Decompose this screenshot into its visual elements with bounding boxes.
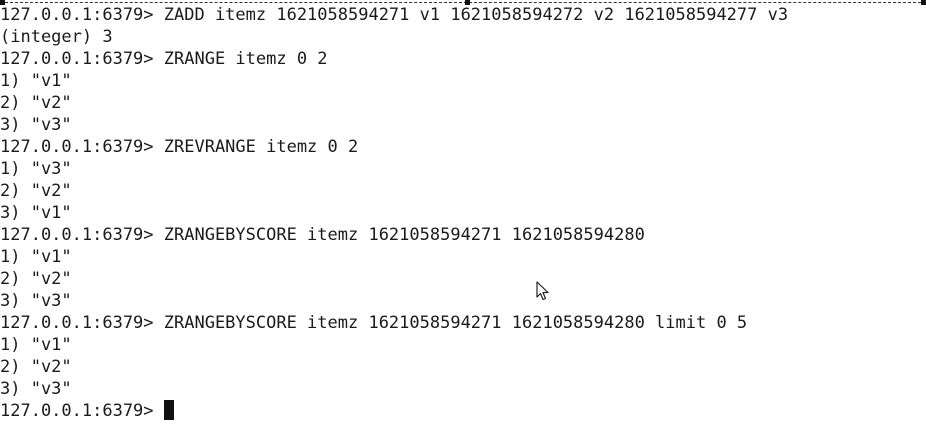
output-line: 1) "v3" — [0, 158, 926, 180]
output-text: 1) "v3" — [0, 159, 72, 179]
mouse-pointer-icon — [536, 281, 549, 301]
output-text: 3) "v3" — [0, 379, 72, 399]
command-text: ZRANGEBYSCORE itemz 1621058594271 162105… — [163, 313, 748, 333]
prompt: 127.0.0.1:6379> — [0, 49, 164, 69]
terminal-window[interactable]: 127.0.0.1:6379> ZADD itemz 1621058594271… — [0, 0, 926, 437]
output-text: 3) "v3" — [0, 291, 72, 311]
command-line: 127.0.0.1:6379> ZRANGEBYSCORE itemz 1621… — [0, 224, 926, 246]
output-line: 2) "v2" — [0, 356, 926, 378]
command-line: 127.0.0.1:6379> ZRANGEBYSCORE itemz 1621… — [0, 312, 926, 334]
input-line[interactable]: 127.0.0.1:6379> — [0, 400, 926, 422]
command-line: 127.0.0.1:6379> ZADD itemz 1621058594271… — [0, 4, 926, 26]
terminal-output: 127.0.0.1:6379> ZADD itemz 1621058594271… — [0, 4, 926, 422]
output-text: (integer) 3 — [0, 27, 113, 47]
command-line: 127.0.0.1:6379> ZREVRANGE itemz 0 2 — [0, 136, 926, 158]
output-text: 1) "v1" — [0, 247, 72, 267]
output-text: 1) "v1" — [0, 335, 72, 355]
selection-border — [0, 2, 926, 3]
prompt: 127.0.0.1:6379> — [0, 5, 164, 25]
command-line: 127.0.0.1:6379> ZRANGE itemz 0 2 — [0, 48, 926, 70]
output-line: 2) "v2" — [0, 268, 926, 290]
output-line: 2) "v2" — [0, 92, 926, 114]
prompt: 127.0.0.1:6379> — [0, 137, 164, 157]
output-line: 3) "v1" — [0, 202, 926, 224]
output-line: 3) "v3" — [0, 378, 926, 400]
prompt: 127.0.0.1:6379> — [0, 225, 164, 245]
output-text: 2) "v2" — [0, 93, 72, 113]
command-text: ZRANGE itemz 0 2 — [163, 49, 328, 69]
prompt: 127.0.0.1:6379> — [0, 401, 164, 421]
output-text: 2) "v2" — [0, 357, 72, 377]
output-text: 3) "v3" — [0, 115, 72, 135]
output-line: 1) "v1" — [0, 70, 926, 92]
output-text: 3) "v1" — [0, 203, 72, 223]
output-line: 2) "v2" — [0, 180, 926, 202]
output-line: 1) "v1" — [0, 334, 926, 356]
output-line: 1) "v1" — [0, 246, 926, 268]
command-text: ZREVRANGE itemz 0 2 — [163, 137, 359, 157]
output-text: 2) "v2" — [0, 181, 72, 201]
command-text: ZADD itemz 1621058594271 v1 162105859427… — [163, 5, 789, 25]
prompt: 127.0.0.1:6379> — [0, 313, 164, 333]
output-text: 2) "v2" — [0, 269, 72, 289]
command-text: ZRANGEBYSCORE itemz 1621058594271 162105… — [163, 225, 645, 245]
output-text: 1) "v1" — [0, 71, 72, 91]
text-cursor-icon — [163, 400, 174, 420]
output-line: 3) "v3" — [0, 114, 926, 136]
output-line: 3) "v3" — [0, 290, 926, 312]
output-line: (integer) 3 — [0, 26, 926, 48]
